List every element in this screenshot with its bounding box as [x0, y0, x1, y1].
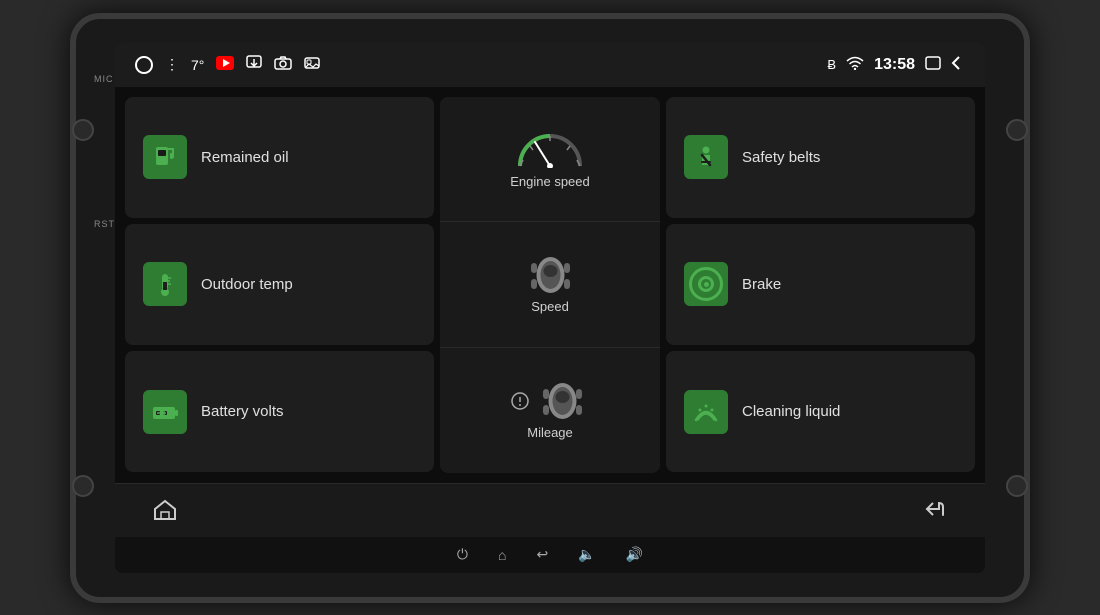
safety-belts-tile[interactable]: Safety belts: [666, 97, 975, 218]
bluetooth-icon: Ƀ: [827, 57, 836, 72]
safety-belts-label: Safety belts: [742, 149, 820, 166]
window-icon[interactable]: [925, 56, 941, 73]
brake-tile[interactable]: Brake: [666, 224, 975, 345]
engine-speed-panel[interactable]: Engine speed: [440, 97, 660, 223]
mount-hole-tl: [72, 119, 94, 141]
outdoor-temp-label: Outdoor temp: [201, 276, 293, 293]
wiper-icon-bg: [684, 390, 728, 434]
youtube-icon[interactable]: [216, 56, 234, 73]
speed-label: Speed: [531, 299, 569, 314]
cleaning-liquid-tile[interactable]: Cleaning liquid: [666, 351, 975, 472]
mount-hole-bl: [72, 475, 94, 497]
wifi-icon: [846, 56, 864, 73]
back-nav-button[interactable]: [915, 490, 955, 530]
thermometer-icon-bg: [143, 262, 187, 306]
mileage-panel[interactable]: Mileage: [440, 348, 660, 473]
rst-label: RST: [94, 219, 115, 229]
seatbelt-icon-bg: [684, 135, 728, 179]
battery-icon-bg: [143, 390, 187, 434]
system-bar: ⏻ ⌂ ↩ 🔈 🔊: [115, 537, 985, 573]
dashboard-grid: Remained oil Outdoor tem: [115, 87, 985, 483]
outdoor-temp-tile[interactable]: Outdoor temp: [125, 224, 434, 345]
mount-hole-br: [1006, 475, 1028, 497]
speedometer-gauge-icon: [515, 128, 585, 168]
download-icon[interactable]: [246, 55, 262, 74]
brake-icon-bg: [684, 262, 728, 306]
mic-label: MIC: [94, 74, 114, 84]
volume-up-icon[interactable]: 🔊: [626, 546, 643, 563]
battery-volts-label: Battery volts: [201, 403, 284, 420]
camera-icon[interactable]: [274, 56, 292, 73]
cleaning-liquid-label: Cleaning liquid: [742, 403, 840, 420]
battery-volts-tile[interactable]: Battery volts: [125, 351, 434, 472]
clock-display: 13:58: [874, 56, 915, 74]
remained-oil-label: Remained oil: [201, 149, 289, 166]
center-column: Engine speed: [440, 97, 660, 473]
temperature-display: 7°: [191, 57, 204, 73]
bottom-nav-bar: [115, 483, 985, 537]
warning-circle-icon: [511, 392, 529, 410]
fuel-icon-bg: [143, 135, 187, 179]
right-column: Safety belts Brake: [666, 97, 975, 473]
mount-hole-tr: [1006, 119, 1028, 141]
device: MIC RST ⋮ 7°: [70, 13, 1030, 603]
home-circle-icon[interactable]: [135, 56, 153, 74]
gallery-icon[interactable]: [304, 56, 320, 73]
home-sys-icon[interactable]: ⌂: [498, 547, 506, 563]
car-front-view-icon: [535, 381, 590, 421]
back-sys-icon[interactable]: ↩: [536, 546, 548, 563]
screen: ⋮ 7° Ƀ: [115, 43, 985, 573]
brake-label: Brake: [742, 276, 781, 293]
car-top-view-icon: [523, 255, 578, 295]
back-nav-icon[interactable]: [951, 55, 965, 74]
speed-panel[interactable]: Speed: [440, 222, 660, 348]
left-column: Remained oil Outdoor tem: [125, 97, 434, 473]
menu-icon[interactable]: ⋮: [165, 56, 179, 73]
status-bar: ⋮ 7° Ƀ: [115, 43, 985, 87]
engine-speed-label: Engine speed: [510, 174, 590, 189]
volume-down-icon[interactable]: 🔈: [578, 546, 595, 563]
power-icon[interactable]: ⏻: [457, 546, 468, 563]
status-right-icons: Ƀ 13:58: [827, 55, 965, 74]
status-left-icons: ⋮ 7°: [135, 55, 320, 74]
home-nav-button[interactable]: [145, 490, 185, 530]
mileage-label: Mileage: [527, 425, 573, 440]
remained-oil-tile[interactable]: Remained oil: [125, 97, 434, 218]
